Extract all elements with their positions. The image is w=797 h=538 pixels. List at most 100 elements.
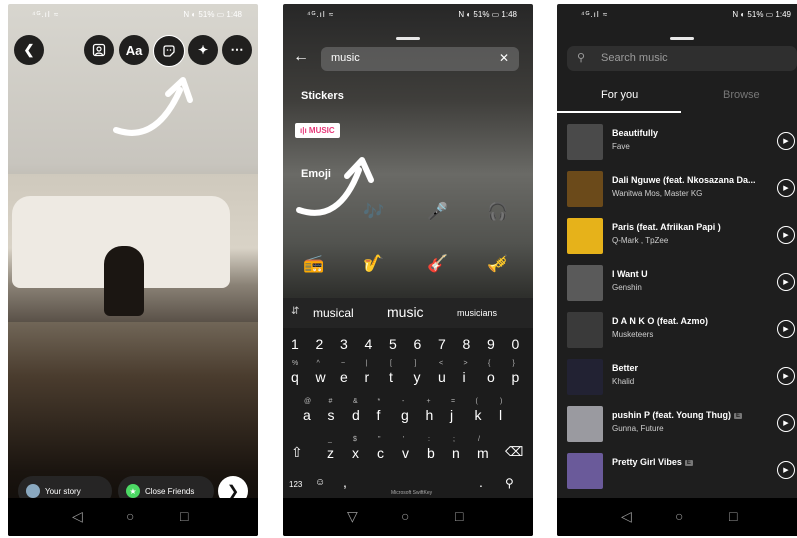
key-row2-1[interactable]: a [303, 407, 311, 423]
song-row[interactable]: Dali Nguwe (feat. Nkosazana Da... Wanitwa… [557, 167, 797, 213]
emoji-microphone[interactable]: 🎤 [427, 202, 448, 222]
nav-home-icon[interactable]: ○ [126, 508, 134, 524]
key-row2-3[interactable]: d [352, 407, 360, 423]
sticker-button[interactable] [153, 35, 185, 67]
suggestion-2[interactable]: music [387, 304, 424, 320]
key-row1-5[interactable]: t [389, 369, 393, 385]
play-icon[interactable]: ▶ [777, 132, 795, 150]
play-icon[interactable]: ▶ [777, 179, 795, 197]
clear-icon[interactable]: ✕ [499, 51, 509, 65]
mention-button[interactable] [84, 35, 114, 65]
key-numbers-5[interactable]: 5 [389, 336, 397, 352]
key-row1-3[interactable]: e [340, 369, 348, 385]
song-row[interactable]: Beautifully Fave ▶ [557, 120, 797, 166]
play-icon[interactable]: ▶ [777, 367, 795, 385]
nav-recents-icon[interactable]: □ [180, 508, 188, 524]
backspace-key[interactable]: ⌫ [505, 444, 523, 460]
key-row2-9[interactable]: l [499, 407, 502, 423]
nav-home-icon[interactable]: ○ [675, 508, 683, 524]
key-numbers-4[interactable]: 4 [365, 336, 373, 352]
key-row1-4[interactable]: r [365, 369, 370, 385]
number-row: 1 23 45 67 89 0 [283, 332, 533, 362]
key-row1-2[interactable]: w [316, 369, 326, 385]
key-numbers-8[interactable]: 8 [463, 336, 471, 352]
emoji-music-notes[interactable]: 🎶 [363, 202, 384, 222]
explicit-badge: E [734, 413, 743, 419]
key-row3-4[interactable]: v [402, 445, 409, 461]
tab-for-you[interactable]: For you [601, 89, 638, 101]
song-row[interactable]: D A N K O (feat. Azmo) Musketeers ▶ [557, 308, 797, 354]
song-row[interactable]: pushin P (feat. Young Thug) E Gunna, Futur… [557, 402, 797, 448]
effects-button[interactable]: ✦ [188, 35, 218, 65]
key-row2-6[interactable]: h [426, 407, 434, 423]
key-row3-5[interactable]: b [427, 445, 435, 461]
nav-back-icon[interactable]: ◁ [621, 508, 632, 525]
key-numbers-2[interactable]: 2 [316, 336, 324, 352]
key-row2-5[interactable]: g [401, 407, 409, 423]
emoji-guitar[interactable]: 🎸 [427, 254, 448, 274]
suggestion-1[interactable]: musical [313, 306, 354, 320]
music-sticker[interactable]: ı|ı MUSIC [295, 123, 340, 138]
nav-recents-icon[interactable]: □ [455, 508, 463, 524]
key-alt-7: < [439, 360, 444, 367]
key-row3-3[interactable]: c [377, 445, 384, 461]
key-row2-8[interactable]: k [475, 407, 482, 423]
key-numbers-7[interactable]: 7 [438, 336, 446, 352]
key-row1-1[interactable]: q [291, 369, 299, 385]
symbols-key[interactable]: 123 [289, 480, 302, 489]
key-row1-7[interactable]: u [438, 369, 446, 385]
emoji-radio[interactable]: 📻 [303, 254, 324, 274]
key-row2-7[interactable]: j [450, 407, 453, 423]
play-icon[interactable]: ▶ [777, 226, 795, 244]
battery-clock: N ◐ 51% ▭ 1:48 [458, 10, 517, 19]
key-row2-4[interactable]: f [377, 407, 381, 423]
nav-back-icon[interactable]: ◁ [72, 508, 83, 525]
back-button[interactable]: ❮ [14, 35, 44, 65]
key-row1-6[interactable]: y [414, 369, 421, 385]
more-button[interactable]: ⋯ [222, 35, 252, 65]
music-search-input[interactable]: ⚲ Search music [567, 46, 797, 71]
key-row2-2[interactable]: s [328, 407, 335, 423]
period-key[interactable]: . [479, 474, 483, 490]
key-numbers-10[interactable]: 0 [512, 336, 520, 352]
key-numbers-1[interactable]: 1 [291, 336, 299, 352]
album-art [567, 171, 603, 207]
play-icon[interactable]: ▶ [777, 414, 795, 432]
emoji-trumpet[interactable]: 🎺 [487, 254, 508, 274]
nav-back-icon[interactable]: ▽ [347, 508, 358, 525]
emoji-headphones[interactable]: 🎧 [487, 202, 508, 222]
emoji-key-icon[interactable]: ☺ [315, 477, 325, 488]
nav-recents-icon[interactable]: □ [729, 508, 737, 524]
nav-home-icon[interactable]: ○ [401, 508, 409, 524]
key-row1-10[interactable]: p [512, 369, 520, 385]
space-bar[interactable]: Microsoft SwiftKey [391, 490, 432, 496]
song-row[interactable]: I Want U Genshin ▶ [557, 261, 797, 307]
key-row3-7[interactable]: m [477, 445, 489, 461]
key-row1-9[interactable]: o [487, 369, 495, 385]
key-row3-6[interactable]: n [452, 445, 460, 461]
text-button[interactable]: Aa [119, 35, 149, 65]
tab-browse[interactable]: Browse [723, 89, 760, 101]
song-row[interactable]: Pretty Girl Vibes E ▶ [557, 449, 797, 495]
key-row1-8[interactable]: i [463, 369, 466, 385]
emoji-saxophone[interactable]: 🎷 [363, 254, 384, 274]
key-row3-2[interactable]: x [352, 445, 359, 461]
sheet-handle[interactable] [670, 37, 694, 40]
play-icon[interactable]: ▶ [777, 273, 795, 291]
play-icon[interactable]: ▶ [777, 320, 795, 338]
suggestion-3[interactable]: musicians [457, 308, 497, 318]
key-row3-1[interactable]: z [327, 445, 334, 461]
key-numbers-3[interactable]: 3 [340, 336, 348, 352]
search-key-icon[interactable]: ⚲ [505, 476, 514, 490]
sticker-search-input[interactable]: music ✕ [321, 47, 519, 71]
comma-key[interactable]: , [343, 474, 347, 490]
key-numbers-6[interactable]: 6 [414, 336, 422, 352]
play-icon[interactable]: ▶ [777, 461, 795, 479]
song-row[interactable]: Paris (feat. Afriikan Papi ) Q-Mark , TpZ… [557, 214, 797, 260]
expand-icon[interactable]: ⇵ [291, 306, 299, 317]
sheet-handle[interactable] [396, 37, 420, 40]
key-numbers-9[interactable]: 9 [487, 336, 495, 352]
shift-key[interactable]: ⇧ [291, 444, 303, 461]
song-row[interactable]: Better Khalid ▶ [557, 355, 797, 401]
back-arrow-icon[interactable]: ← [293, 48, 309, 66]
